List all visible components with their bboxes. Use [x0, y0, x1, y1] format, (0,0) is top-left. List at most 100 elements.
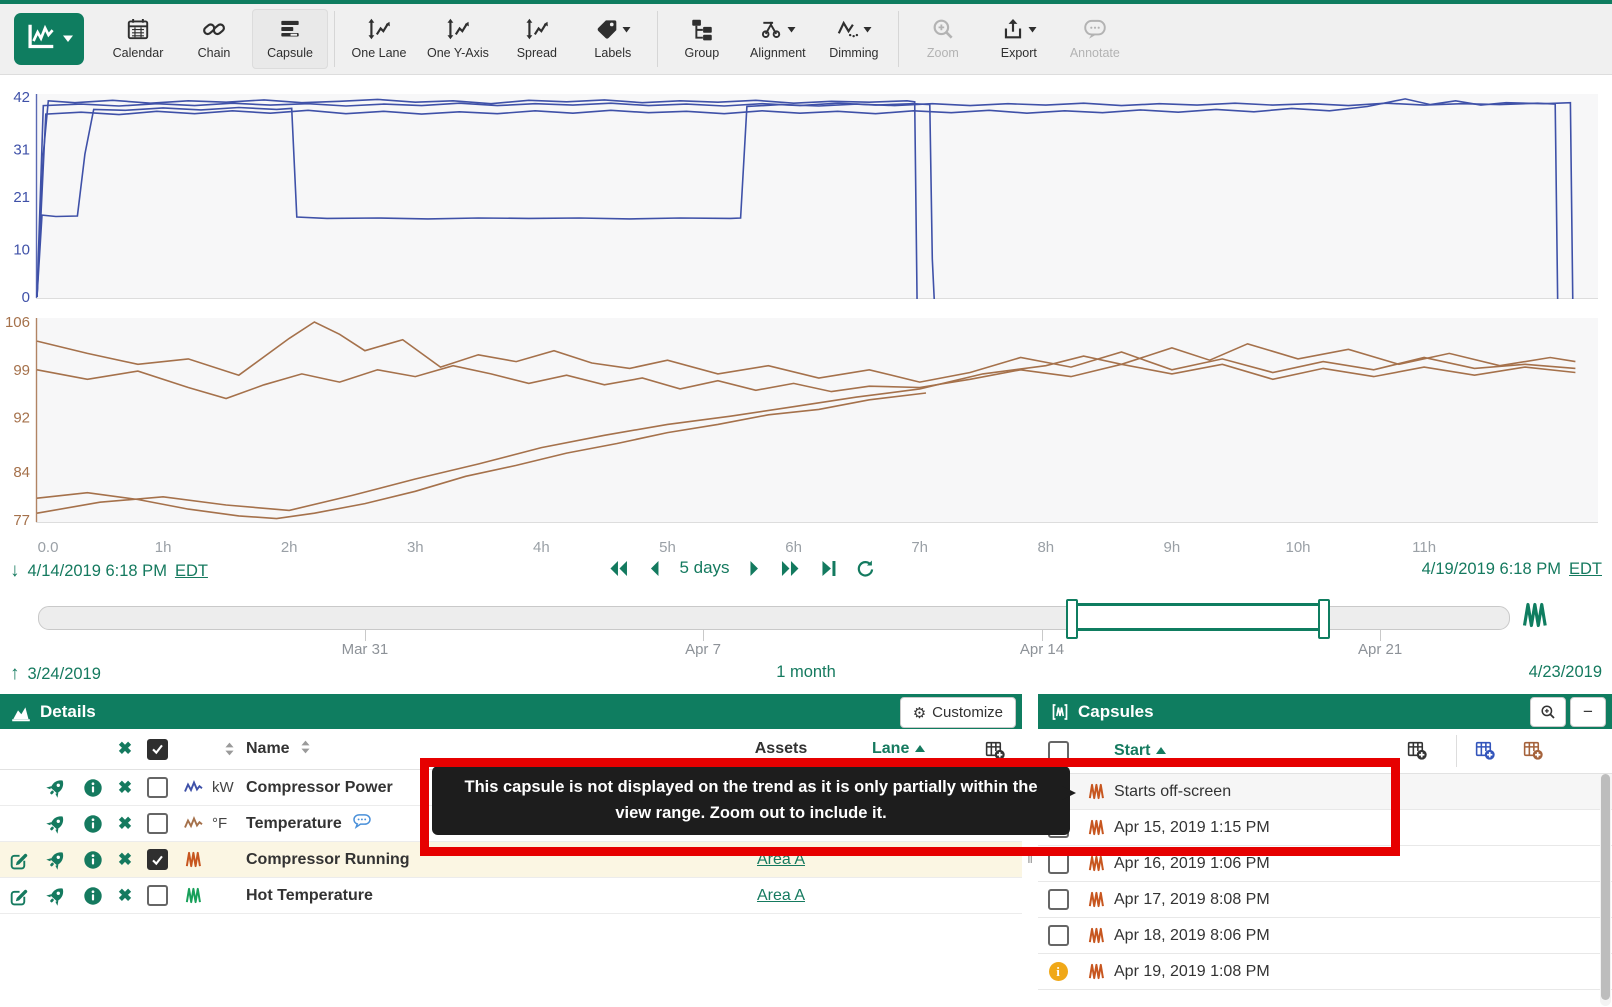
rocket-icon[interactable] — [36, 849, 76, 870]
toolbar-one-lane-button[interactable]: One Lane — [341, 9, 417, 69]
scrollbar-thumb[interactable] — [1601, 774, 1610, 1000]
remove-icon[interactable]: ✖ — [110, 850, 140, 870]
step-to-end-button[interactable] — [821, 560, 837, 577]
asset-cell[interactable]: Area A — [706, 851, 856, 869]
refresh-button[interactable] — [856, 559, 875, 578]
full-range-duration-label[interactable]: 1 month — [776, 663, 836, 681]
timeline-handle-right[interactable] — [1318, 599, 1330, 639]
capsule-time-icon[interactable] — [1520, 600, 1550, 635]
step-back-half-button[interactable] — [648, 560, 660, 577]
row-checkbox[interactable] — [140, 813, 174, 834]
add-column-icon[interactable] — [1406, 739, 1427, 765]
add-stat-column-icon[interactable] — [1474, 739, 1495, 765]
comment-icon[interactable] — [350, 811, 374, 836]
toolbar-calendar-button[interactable]: Calendar — [100, 9, 176, 69]
y-tick-label: 77 — [13, 512, 30, 529]
capsule-row-3[interactable]: Apr 17, 2019 8:08 PM — [1038, 882, 1612, 918]
capsule-start-label: Apr 19, 2019 1:08 PM — [1114, 963, 1612, 981]
step-forward-half-button[interactable] — [749, 560, 761, 577]
capsule-row-2[interactable]: Apr 16, 2019 1:06 PM — [1038, 846, 1612, 882]
range-navigation: 5 days — [607, 558, 874, 578]
capsule-checkbox[interactable] — [1038, 853, 1078, 874]
signal-type-icon — [174, 814, 212, 834]
capsule-icon — [1078, 781, 1114, 802]
item-name[interactable]: Compressor Running — [246, 851, 706, 869]
lane-column-header[interactable]: Lane — [856, 740, 966, 758]
name-column-header[interactable]: Name — [246, 740, 290, 758]
annotate-icon — [1082, 14, 1108, 44]
details-row-2[interactable]: ✖ Compressor Running Area A — [0, 842, 1022, 878]
asset-link[interactable]: Area A — [757, 887, 805, 905]
toolbar-dimming-button[interactable]: Dimming — [816, 9, 892, 69]
toolbar-chain-label: Chain — [198, 46, 231, 60]
zoom-to-capsule-button[interactable] — [1530, 697, 1566, 727]
row-checkbox[interactable] — [140, 885, 174, 906]
y-tick-label: 84 — [13, 464, 30, 481]
details-panel-header: Details ⚙ Customize — [0, 694, 1022, 729]
chain-icon — [201, 14, 227, 44]
toolbar-capsule-button[interactable]: Capsule — [252, 9, 328, 69]
info-icon[interactable] — [76, 886, 110, 906]
edit-icon[interactable] — [0, 885, 36, 906]
capsule-row-0[interactable]: iStarts off-screen — [1038, 774, 1612, 810]
rocket-icon[interactable] — [36, 777, 76, 798]
scrollbar[interactable] — [1600, 774, 1611, 1006]
toolbar-labels-button[interactable]: Labels — [575, 9, 651, 69]
toolbar-export-button[interactable]: Export — [981, 9, 1057, 69]
capsule-row-5[interactable]: i Apr 19, 2019 1:08 PM — [1038, 954, 1612, 990]
range-start-timezone-link[interactable]: EDT — [175, 562, 208, 581]
timeline-selection[interactable] — [1070, 603, 1328, 631]
capsule-row-4[interactable]: Apr 18, 2019 8:06 PM — [1038, 918, 1612, 954]
collapse-panel-button[interactable]: − — [1570, 697, 1606, 727]
add-property-column-icon[interactable] — [1522, 739, 1543, 765]
rocket-icon[interactable] — [36, 885, 76, 906]
row-checkbox[interactable] — [140, 849, 174, 870]
toolbar: Calendar Chain CapsuleOne Lane One Y-Axis Sp… — [0, 0, 1612, 75]
remove-icon[interactable]: ✖ — [110, 778, 140, 798]
asset-link[interactable]: Area A — [757, 851, 805, 869]
select-all-checkbox[interactable] — [147, 739, 168, 760]
remove-all-button[interactable]: ✖ — [110, 739, 140, 759]
toolbar-alignment-button[interactable]: Alignment — [740, 9, 816, 69]
warning-info-icon[interactable]: i — [1038, 962, 1078, 981]
row-checkbox[interactable] — [140, 777, 174, 798]
step-forward-full-button[interactable] — [780, 560, 802, 577]
rocket-icon[interactable] — [36, 813, 76, 834]
edit-icon[interactable] — [0, 849, 36, 870]
trend-chart[interactable]: 423121100106999284770.01h2h3h4h5h6h7h8h9… — [0, 70, 1612, 556]
worksheet-view-button[interactable] — [14, 13, 84, 65]
timeline-handle-left[interactable] — [1066, 599, 1078, 639]
capsule-row-1[interactable]: Apr 15, 2019 1:15 PM — [1038, 810, 1612, 846]
toolbar-one-y-axis-label: One Y-Axis — [427, 46, 489, 60]
panel-splitter[interactable]: ‖ — [1022, 694, 1038, 1007]
zoom-icon — [930, 14, 956, 44]
x-tick-label: 10h — [1285, 539, 1310, 556]
item-name[interactable]: Hot Temperature — [246, 887, 706, 905]
details-row-3[interactable]: ✖ Hot Temperature Area A — [0, 878, 1022, 914]
step-back-full-button[interactable] — [607, 560, 629, 577]
toolbar-group-button[interactable]: Group — [664, 9, 740, 69]
duration-label[interactable]: 5 days — [679, 558, 729, 578]
remove-icon[interactable]: ✖ — [110, 886, 140, 906]
capsules-table-header: Start — [1038, 729, 1612, 774]
remove-icon[interactable]: ✖ — [110, 814, 140, 834]
toolbar-chain-button[interactable]: Chain — [176, 9, 252, 69]
toolbar-one-y-axis-button[interactable]: One Y-Axis — [417, 9, 499, 69]
range-end-timezone-link[interactable]: EDT — [1569, 560, 1602, 579]
details-panel: Details ⚙ Customize ✖ Name Assets Lane ✖… — [0, 694, 1022, 1007]
y-tick-label: 99 — [13, 362, 30, 379]
sort-icon[interactable] — [212, 741, 246, 757]
capsule-checkbox[interactable] — [1038, 889, 1078, 910]
add-column-icon[interactable] — [966, 739, 1022, 760]
info-icon[interactable] — [76, 778, 110, 798]
capsule-checkbox[interactable] — [1038, 925, 1078, 946]
info-icon[interactable] — [76, 850, 110, 870]
assets-column-header[interactable]: Assets — [706, 740, 856, 758]
asset-cell[interactable]: Area A — [706, 887, 856, 905]
sort-icon[interactable] — [300, 739, 311, 760]
customize-button[interactable]: ⚙ Customize — [900, 697, 1016, 728]
info-icon[interactable] — [76, 814, 110, 834]
select-all-capsules-checkbox[interactable] — [1048, 741, 1069, 762]
timeline-tick — [1042, 629, 1043, 641]
toolbar-spread-button[interactable]: Spread — [499, 9, 575, 69]
